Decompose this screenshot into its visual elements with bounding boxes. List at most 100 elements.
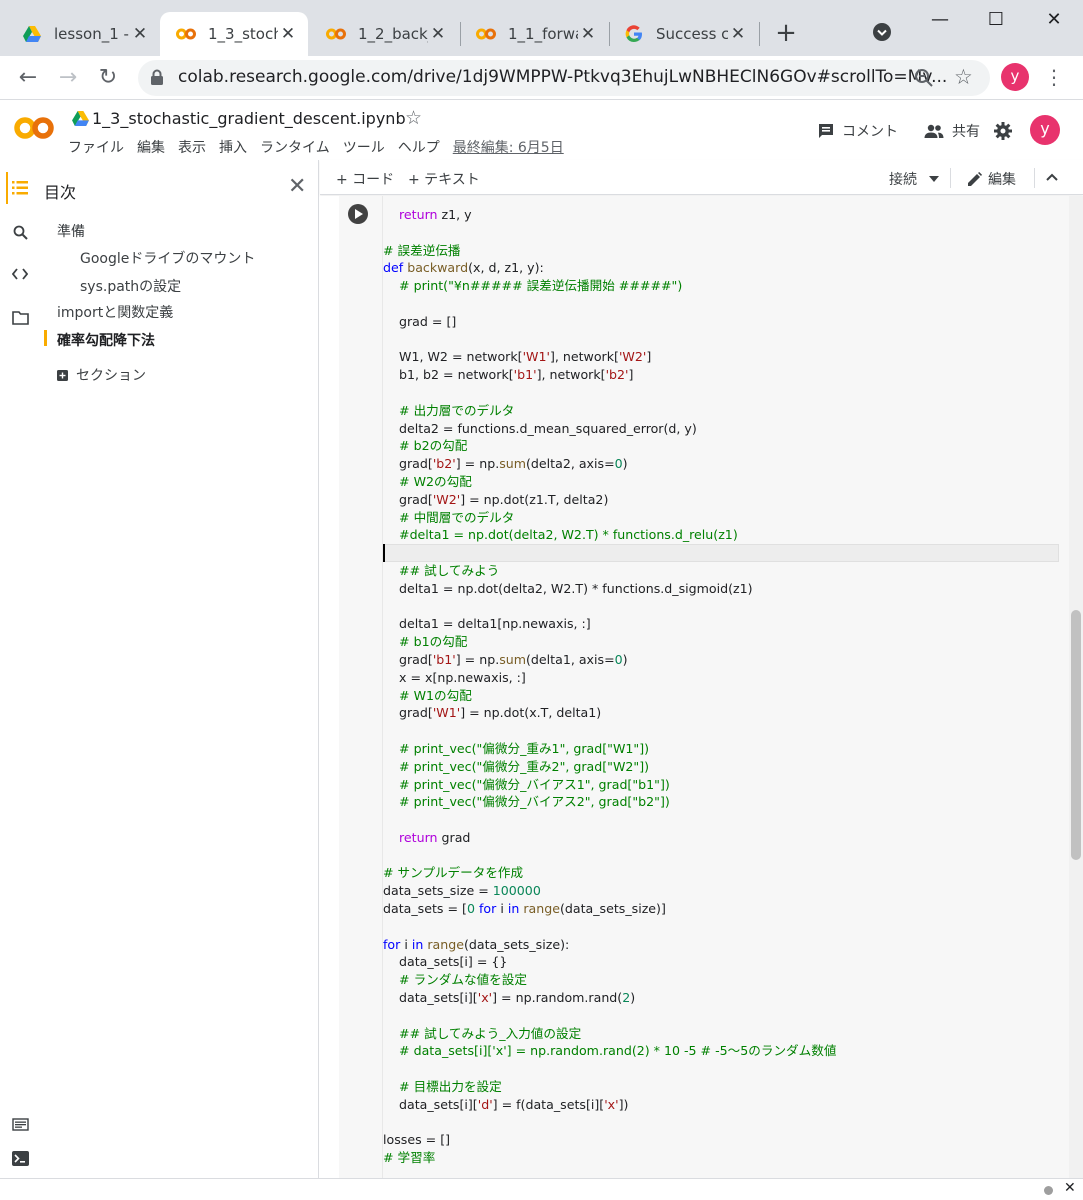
close-status-icon[interactable]: ✕ (1064, 1180, 1076, 1196)
folder-icon[interactable] (10, 308, 30, 328)
code-line[interactable]: grad['W1'] = np.dot(x.T, delta1) (383, 704, 1059, 722)
code-line[interactable]: # 中間層でのデルタ (383, 509, 1059, 527)
new-tab-button[interactable]: + (772, 20, 800, 48)
run-cell-button[interactable] (348, 204, 368, 224)
browser-menu-icon[interactable]: ⋮ (1044, 64, 1064, 90)
code-line[interactable] (383, 331, 1059, 349)
close-tab-icon[interactable]: ✕ (130, 24, 150, 44)
code-line[interactable]: for i in range(data_sets_size): (383, 936, 1059, 954)
code-line[interactable] (383, 1007, 1059, 1025)
last-edit-link[interactable]: 最終編集: 6月5日 (453, 137, 564, 157)
comment-button[interactable]: コメント (818, 121, 898, 141)
add-code-button[interactable]: + コード (336, 169, 394, 189)
code-line[interactable]: #delta1 = np.dot(delta2, W2.T) * functio… (383, 526, 1059, 544)
toc-item-drive-mount[interactable]: Googleドライブのマウント (80, 248, 255, 268)
code-line[interactable]: delta2 = functions.d_mean_squared_error(… (383, 420, 1059, 438)
close-tab-icon[interactable]: ✕ (578, 24, 598, 44)
url-text[interactable]: colab.research.google.com/drive/1dj9WMPP… (178, 67, 947, 87)
zoom-icon[interactable] (914, 68, 934, 92)
lock-icon[interactable] (150, 69, 164, 90)
code-line[interactable]: grad['W2'] = np.dot(z1.T, delta2) (383, 491, 1059, 509)
code-line[interactable]: # print("¥n##### 誤差逆伝播開始 #####") (383, 277, 1059, 295)
code-line[interactable] (383, 722, 1059, 740)
code-line[interactable] (383, 598, 1059, 616)
connect-button[interactable]: 接続 (889, 169, 939, 189)
close-tab-icon[interactable]: ✕ (278, 24, 298, 44)
close-window-icon[interactable]: ✕ (1040, 6, 1068, 34)
collapse-header-button[interactable] (1046, 169, 1058, 185)
browser-tab-5[interactable]: Success co ✕ (608, 12, 758, 56)
edit-button[interactable]: 編集 (968, 169, 1016, 189)
menu-edit[interactable]: 編集 (137, 137, 165, 157)
search-icon[interactable] (10, 222, 30, 242)
tab-search-icon[interactable] (872, 22, 892, 42)
toc-item-preparation[interactable]: 準備 (57, 221, 85, 241)
code-cell-editor[interactable]: return z1, y # 誤差逆伝播 def backward(x, d, z1… (383, 196, 1069, 1178)
menu-runtime[interactable]: ランタイム (260, 137, 330, 157)
code-line[interactable]: delta1 = np.dot(delta2, W2.T) * function… (383, 580, 1059, 598)
toc-item-sys-path[interactable]: sys.pathの設定 (80, 276, 181, 296)
code-line[interactable]: # print_vec("偏微分_バイアス2", grad["b2"]) (383, 793, 1059, 811)
code-line[interactable]: # print_vec("偏微分_重み2", grad["W2"]) (383, 758, 1059, 776)
code-lines[interactable]: return z1, y # 誤差逆伝播 def backward(x, d, z1… (383, 206, 1059, 1167)
code-line[interactable]: # サンプルデータを作成 (383, 864, 1059, 882)
code-line[interactable] (383, 544, 1059, 562)
code-line[interactable] (383, 384, 1059, 402)
code-line[interactable]: losses = [] (383, 1131, 1059, 1149)
code-line[interactable]: # 誤差逆伝播 (383, 242, 1059, 260)
code-line[interactable]: # b1の勾配 (383, 633, 1059, 651)
scrollbar-thumb[interactable] (1071, 610, 1081, 860)
code-line[interactable]: # ランダムな値を設定 (383, 971, 1059, 989)
terminal-icon[interactable] (10, 1148, 30, 1168)
code-line[interactable] (383, 224, 1059, 242)
bookmark-star-icon[interactable]: ☆ (954, 65, 973, 89)
forward-arrow-icon[interactable]: → (54, 64, 82, 92)
menu-file[interactable]: ファイル (68, 137, 124, 157)
menu-insert[interactable]: 挿入 (219, 137, 247, 157)
code-line[interactable]: ## 試してみよう_入力値の設定 (383, 1025, 1059, 1043)
code-line[interactable]: # 出力層でのデルタ (383, 402, 1059, 420)
browser-tab-4[interactable]: 1_1_forwar ✕ (458, 12, 608, 56)
share-button[interactable]: 共有 (924, 121, 980, 141)
code-line[interactable]: # 目標出力を設定 (383, 1078, 1059, 1096)
maximize-window-icon[interactable]: ☐ (982, 6, 1010, 34)
code-line[interactable]: return grad (383, 829, 1059, 847)
code-line[interactable]: x = x[np.newaxis, :] (383, 669, 1059, 687)
code-line[interactable]: # 学習率 (383, 1149, 1059, 1167)
toc-item-sgd[interactable]: 確率勾配降下法 (57, 330, 155, 350)
code-line[interactable]: data_sets = [0 for i in range(data_sets_… (383, 900, 1059, 918)
code-line[interactable]: return z1, y (383, 206, 1059, 224)
code-line[interactable]: # W2の勾配 (383, 473, 1059, 491)
code-line[interactable]: grad = [] (383, 313, 1059, 331)
gear-icon[interactable] (994, 122, 1012, 144)
browser-tab-3[interactable]: 1_2_back_ ✕ (308, 12, 458, 56)
code-snippets-icon[interactable] (10, 264, 30, 284)
table-of-contents-icon[interactable] (10, 178, 30, 198)
code-line[interactable]: b1, b2 = network['b1'], network['b2'] (383, 366, 1059, 384)
account-avatar[interactable]: y (1030, 115, 1060, 145)
code-line[interactable]: data_sets_size = 100000 (383, 882, 1059, 900)
reload-icon[interactable]: ↻ (94, 64, 122, 92)
add-section-button[interactable]: セクション (57, 365, 146, 385)
code-line[interactable]: grad['b1'] = np.sum(delta1, axis=0) (383, 651, 1059, 669)
add-text-button[interactable]: + テキスト (408, 169, 480, 189)
colab-logo[interactable] (14, 115, 54, 141)
browser-tab-1[interactable]: lesson_1 - ✕ (0, 12, 160, 56)
code-line[interactable]: grad['b2'] = np.sum(delta2, axis=0) (383, 455, 1059, 473)
menu-tools[interactable]: ツール (343, 137, 385, 157)
code-line[interactable]: # data_sets[i]['x'] = np.random.rand(2) … (383, 1042, 1059, 1060)
code-line[interactable]: # print_vec("偏微分_重み1", grad["W1"]) (383, 740, 1059, 758)
minimize-window-icon[interactable]: — (926, 6, 954, 34)
star-notebook-icon[interactable]: ☆ (405, 107, 422, 129)
toc-item-import[interactable]: importと関数定義 (57, 302, 173, 322)
menu-view[interactable]: 表示 (178, 137, 206, 157)
code-line[interactable]: W1, W2 = network['W1'], network['W2'] (383, 348, 1059, 366)
code-line[interactable] (383, 1114, 1059, 1132)
code-line[interactable] (383, 1060, 1059, 1078)
code-line[interactable] (383, 918, 1059, 936)
code-line[interactable]: # print_vec("偏微分_バイアス1", grad["b1"]) (383, 776, 1059, 794)
browser-profile-avatar[interactable]: y (1001, 63, 1029, 91)
address-bar[interactable]: colab.research.google.com/drive/1dj9WMPP… (138, 60, 990, 96)
code-line[interactable]: ## 試してみよう (383, 562, 1059, 580)
notebook-title[interactable]: 1_3_stochastic_gradient_descent.ipynb (92, 109, 406, 128)
